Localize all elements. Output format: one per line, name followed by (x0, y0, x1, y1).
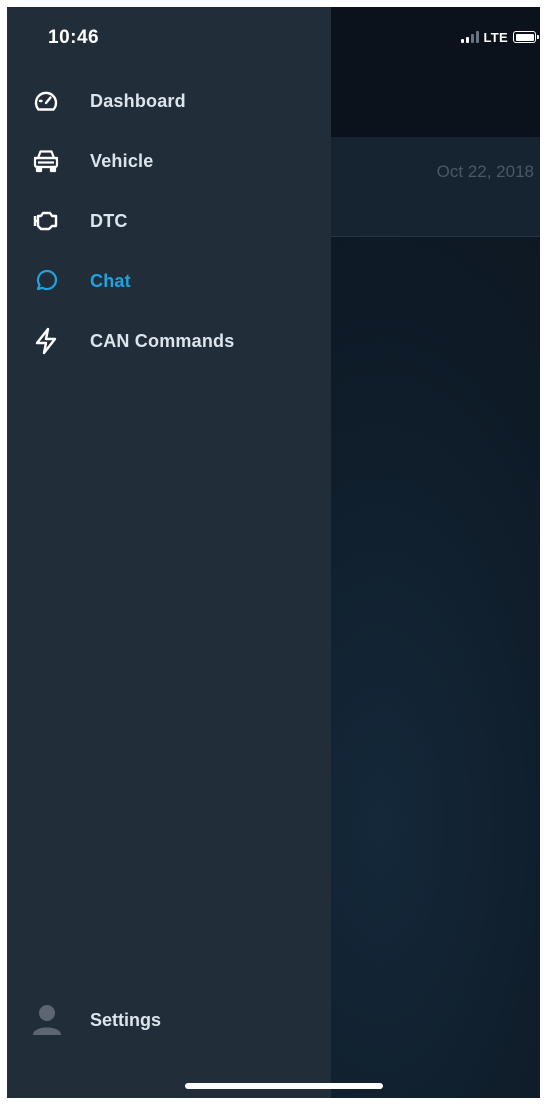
menu-item-label: Dashboard (90, 90, 186, 111)
menu-item-vehicle[interactable]: Vehicle (7, 131, 331, 191)
battery-icon (513, 31, 539, 43)
chat-bubble-icon (31, 266, 61, 296)
menu-item-label: DTC (90, 210, 128, 231)
menu-item-label: Vehicle (90, 150, 154, 171)
status-bar-indicators: LTE (460, 27, 539, 47)
speedometer-icon (31, 86, 61, 116)
status-time: 10:46 (48, 27, 100, 48)
drawer-menu: Dashboard Vehicle DTC Chat CAN Commands (7, 71, 331, 371)
lightning-icon (31, 326, 61, 356)
signal-icon (460, 31, 479, 43)
network-label: LTE (483, 29, 508, 45)
settings-label: Settings (90, 1009, 162, 1030)
background-row-date: Oct 22, 2018 (436, 162, 534, 181)
menu-item-can-commands[interactable]: CAN Commands (7, 311, 331, 371)
menu-item-dtc[interactable]: DTC (7, 191, 331, 251)
menu-item-dashboard[interactable]: Dashboard (7, 71, 331, 131)
navigation-drawer: 10:46 Dashboard Vehicle DTC Chat CAN Com… (7, 7, 331, 1098)
menu-item-chat[interactable]: Chat (7, 251, 331, 311)
menu-item-label: CAN Commands (90, 330, 235, 351)
home-indicator[interactable] (185, 1083, 383, 1089)
menu-item-label: Chat (90, 270, 131, 291)
engine-icon (31, 206, 61, 236)
app-screen: Oct 22, 2018 LTE 10:46 Dashboard Vehicle… (7, 7, 540, 1098)
car-icon (31, 146, 61, 176)
settings-button[interactable]: Settings (7, 990, 331, 1050)
avatar-icon (31, 1003, 63, 1037)
